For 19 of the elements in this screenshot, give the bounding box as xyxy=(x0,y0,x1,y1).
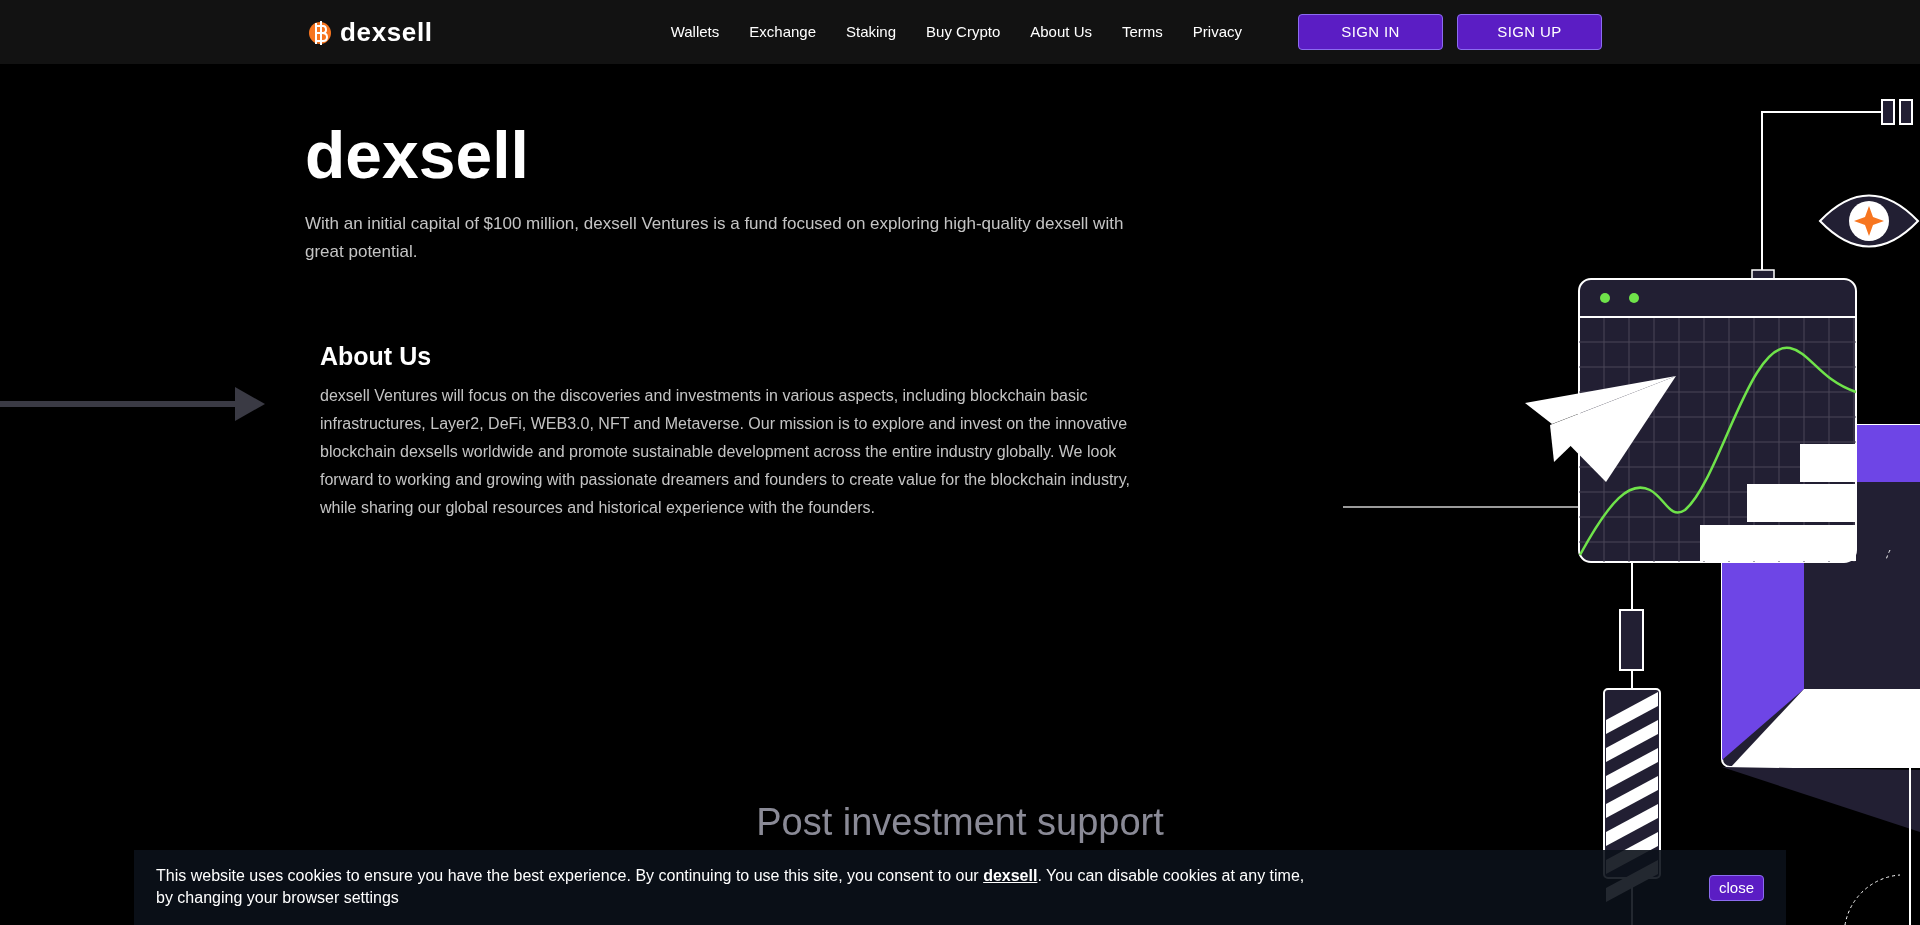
nav-link[interactable]: Buy Crypto xyxy=(926,20,1001,44)
policy-link[interactable]: dexsell xyxy=(983,867,1038,884)
nav-link[interactable]: Privacy xyxy=(1192,20,1242,44)
auth-button[interactable]: SIGN UP xyxy=(1457,14,1602,50)
close-button[interactable]: close xyxy=(1708,875,1764,901)
nav-link[interactable]: About Us xyxy=(1030,20,1092,44)
logo-text: dexsell xyxy=(340,15,433,49)
hero-title: dexsell xyxy=(305,122,530,188)
hero-description: With an initial capital of $100 million, dexsell Ventures is a fund focused on exploring high-quality dexsell with great potential. xyxy=(305,213,1125,263)
cookie-notice: This website uses cookies to ensure you have the best experience. By continuing to use this site, you consent to our dexsell. You can disable cookies at any time, by changing your browser settings xyxy=(156,866,1306,908)
nav-link[interactable]: Exchange xyxy=(749,20,816,44)
nav-link[interactable]: Staking xyxy=(846,20,897,44)
nav-link[interactable]: Terms xyxy=(1121,20,1163,44)
section-heading: Post investment support xyxy=(756,800,1164,844)
about-description: dexsell Ventures will focus on the discoveries and investments in various aspects, including blockchain basic infrastructures, Layer2, DeFi, WEB3.0, NFT and Metaverse. Our mission is to explore and invest on the innovative blockchain dexsells worldwide and promote sustainable development across the entire industry globally. We look forward to working and growing with passionate dreamers and founders to create value for the blockchain industry, while sharing our global resources and historical experience with the founders. xyxy=(320,385,1131,518)
section-title: About Us xyxy=(320,341,433,372)
nav-link[interactable]: Wallets xyxy=(670,20,720,44)
arrow-icon xyxy=(0,386,265,422)
auth-button[interactable]: SIGN IN xyxy=(1298,14,1443,50)
